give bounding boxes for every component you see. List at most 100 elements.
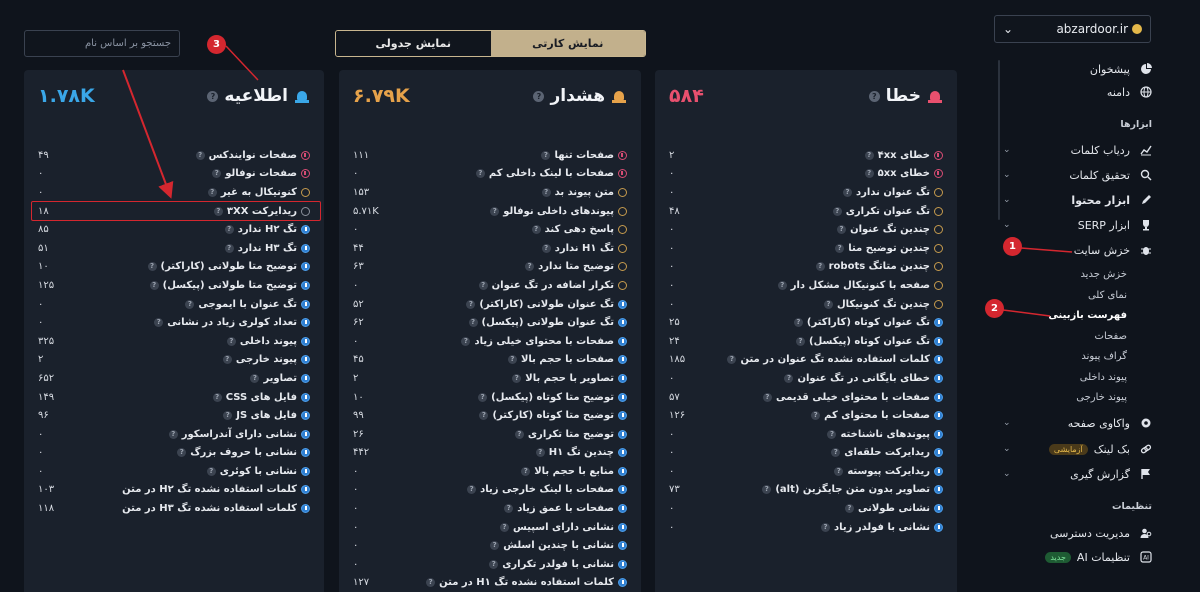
issue-row[interactable]: توضیح متا کوتاه (کارکتر)? ۹۹ xyxy=(353,406,627,425)
help-icon[interactable]: ? xyxy=(820,522,830,532)
help-icon[interactable]: ? xyxy=(224,243,234,253)
help-icon[interactable]: ? xyxy=(835,243,845,253)
help-icon[interactable]: ? xyxy=(762,485,772,495)
help-icon[interactable]: ? xyxy=(222,355,232,365)
help-icon[interactable]: ? xyxy=(478,280,488,290)
sidebar-item-backlink[interactable]: بک لینک آزمایشی xyxy=(1048,440,1152,458)
chevron-down-icon[interactable]: ⌄ xyxy=(1003,145,1011,155)
help-icon[interactable]: ? xyxy=(834,466,844,476)
help-icon[interactable]: ? xyxy=(206,466,216,476)
issue-row[interactable]: توضیح متا تکراری? ۲۶ xyxy=(353,425,627,444)
issue-row[interactable]: صفحات با محتوای خیلی زیاد? ۰ xyxy=(353,332,627,351)
sidebar-subitem-pages[interactable]: صفحات xyxy=(1095,327,1127,345)
sidebar-item-page-audit[interactable]: واکاوی صفحه xyxy=(1068,414,1152,432)
issue-row[interactable]: پیوند داخلی? ۳۲۵ xyxy=(38,332,310,351)
help-icon[interactable]: ? xyxy=(864,169,874,179)
sidebar-item-site-crawl[interactable]: خزش سایت xyxy=(1074,241,1152,259)
card-view-tab[interactable]: نمایش کارتی xyxy=(490,31,645,56)
help-icon[interactable]: ? xyxy=(177,448,187,458)
issue-row[interactable]: تگ H۳ ندارد? ۵۱ xyxy=(38,239,310,258)
help-icon[interactable]: ? xyxy=(843,187,853,197)
help-icon[interactable]: ? xyxy=(468,318,478,328)
issue-row[interactable]: نشانی با حروف بزرگ? ۰ xyxy=(38,444,310,463)
issue-row[interactable]: توضیح متا کوتاه (پیکسل)? ۱۰ xyxy=(353,388,627,407)
sidebar-item-serp-tools[interactable]: ابزار SERP xyxy=(1078,216,1152,234)
help-icon[interactable]: ? xyxy=(224,225,234,235)
help-icon[interactable]: ? xyxy=(811,411,821,421)
issue-row[interactable]: پیوندهای داخلی نوفالو? ۵.۷۱K xyxy=(353,202,627,221)
sidebar-item-reporting[interactable]: گزارش گیری xyxy=(1070,465,1152,483)
help-icon[interactable]: ? xyxy=(466,299,476,309)
help-icon[interactable]: ? xyxy=(467,485,477,495)
issue-row[interactable]: نشانی با چندین اسلش? ۰ xyxy=(353,536,627,555)
issue-row[interactable]: کلمات استفاده نشده تگ H۳ در متن ۱۱۸ xyxy=(38,499,310,518)
help-icon[interactable]: ? xyxy=(507,355,517,365)
issue-row[interactable]: چندین تگ H۱? ۴۴۲ xyxy=(353,444,627,463)
table-view-tab[interactable]: نمایش جدولی xyxy=(336,31,491,56)
issue-row[interactable]: خطای ۴xx? ۲ xyxy=(669,146,943,165)
issue-row[interactable]: صفحات با حجم بالا? ۴۵ xyxy=(353,351,627,370)
help-icon[interactable]: ? xyxy=(207,187,217,197)
sidebar-item-domain[interactable]: دامنه xyxy=(1107,83,1152,101)
issue-row[interactable]: تگ عنوان با ایموجی? ۰ xyxy=(38,295,310,314)
help-icon[interactable]: ? xyxy=(168,429,178,439)
help-icon[interactable]: ? xyxy=(827,429,837,439)
help-icon[interactable]: ? xyxy=(461,336,471,346)
help-icon[interactable]: ? xyxy=(475,169,485,179)
help-icon[interactable]: ? xyxy=(535,448,545,458)
issue-row[interactable]: نشانی با فولدر زیاد? ۰ xyxy=(669,518,943,537)
help-icon[interactable]: ? xyxy=(154,318,164,328)
issue-row[interactable]: خطای ۵xx? ۰ xyxy=(669,165,943,184)
help-icon[interactable]: ? xyxy=(815,262,825,272)
chevron-down-icon[interactable]: ⌄ xyxy=(1003,444,1011,454)
help-icon[interactable]: ? xyxy=(784,373,794,383)
help-icon[interactable]: ? xyxy=(185,299,195,309)
sidebar-item-ai-settings[interactable]: AI تنظیمات AI جدید xyxy=(1045,548,1152,566)
help-icon[interactable]: ? xyxy=(868,90,880,102)
help-icon[interactable]: ? xyxy=(490,206,500,216)
issue-row[interactable]: صفحات با محتوای خیلی قدیمی? ۵۷ xyxy=(669,388,943,407)
help-icon[interactable]: ? xyxy=(426,578,436,588)
sidebar-subitem-link-graph[interactable]: گراف پیوند xyxy=(1081,347,1127,365)
issue-row[interactable]: توضیح متا طولانی (پیکسل)? ۱۲۵ xyxy=(38,276,310,295)
help-icon[interactable]: ? xyxy=(793,318,803,328)
help-icon[interactable]: ? xyxy=(250,373,260,383)
issue-row[interactable]: پیوند خارجی? ۲ xyxy=(38,351,310,370)
chevron-down-icon[interactable]: ⌄ xyxy=(1003,195,1011,205)
issue-row[interactable]: صفحات تنها? ۱۱۱ xyxy=(353,146,627,165)
help-icon[interactable]: ? xyxy=(212,392,222,402)
chevron-down-icon[interactable]: ⌄ xyxy=(1003,418,1011,428)
issue-row[interactable]: صفحات نوفالو? ۰ xyxy=(38,165,310,184)
issue-row[interactable]: توضیح متا ندارد? ۶۳ xyxy=(353,258,627,277)
help-icon[interactable]: ? xyxy=(514,429,524,439)
help-icon[interactable]: ? xyxy=(207,90,219,102)
help-icon[interactable]: ? xyxy=(500,522,509,532)
issue-row[interactable]: نشانی طولانی? ۰ xyxy=(669,499,943,518)
issue-row[interactable]: نشانی دارای آندراسکور? ۰ xyxy=(38,425,310,444)
issue-row[interactable]: تصاویر? ۶۵۲ xyxy=(38,369,310,388)
help-icon[interactable]: ? xyxy=(212,169,222,179)
issue-row[interactable]: چندین تگ عنوان? ۰ xyxy=(669,220,943,239)
issue-row[interactable]: صفحه با کنونیکال مشکل دار? ۰ xyxy=(669,276,943,295)
domain-select[interactable]: ⌄ abzardoor.ir xyxy=(994,15,1151,43)
help-icon[interactable]: ? xyxy=(844,504,854,514)
issue-row[interactable]: تگ عنوان ندارد? ۰ xyxy=(669,183,943,202)
help-icon[interactable]: ? xyxy=(831,448,841,458)
help-icon[interactable]: ? xyxy=(223,411,233,421)
issue-row[interactable]: تگ عنوان کوتاه (پیکسل)? ۲۴ xyxy=(669,332,943,351)
issue-row[interactable]: فایل های JS? ۹۶ xyxy=(38,406,310,425)
help-icon[interactable]: ? xyxy=(837,225,847,235)
issue-row[interactable]: صفحات با عمق زیاد? ۰ xyxy=(353,499,627,518)
sidebar-item-keyword-research[interactable]: تحقیق کلمات xyxy=(1069,166,1152,184)
search-input[interactable]: جستجو بر اساس نام xyxy=(24,30,180,57)
help-icon[interactable]: ? xyxy=(832,206,842,216)
sidebar-subitem-new-crawl[interactable]: خزش جدید xyxy=(1080,265,1127,283)
help-icon[interactable]: ? xyxy=(541,150,551,160)
help-icon[interactable]: ? xyxy=(864,150,874,160)
issue-row[interactable]: خطای بایگانی در تگ عنوان? ۰ xyxy=(669,369,943,388)
issue-row[interactable]: چندین توضیح متا? ۰ xyxy=(669,239,943,258)
help-icon[interactable]: ? xyxy=(727,355,737,365)
issue-row[interactable]: نشانی دارای اسپیس? ۰ xyxy=(353,518,627,537)
issue-row[interactable]: تگ عنوان کوتاه (کاراکتر)? ۲۵ xyxy=(669,313,943,332)
help-icon[interactable]: ? xyxy=(478,392,488,402)
